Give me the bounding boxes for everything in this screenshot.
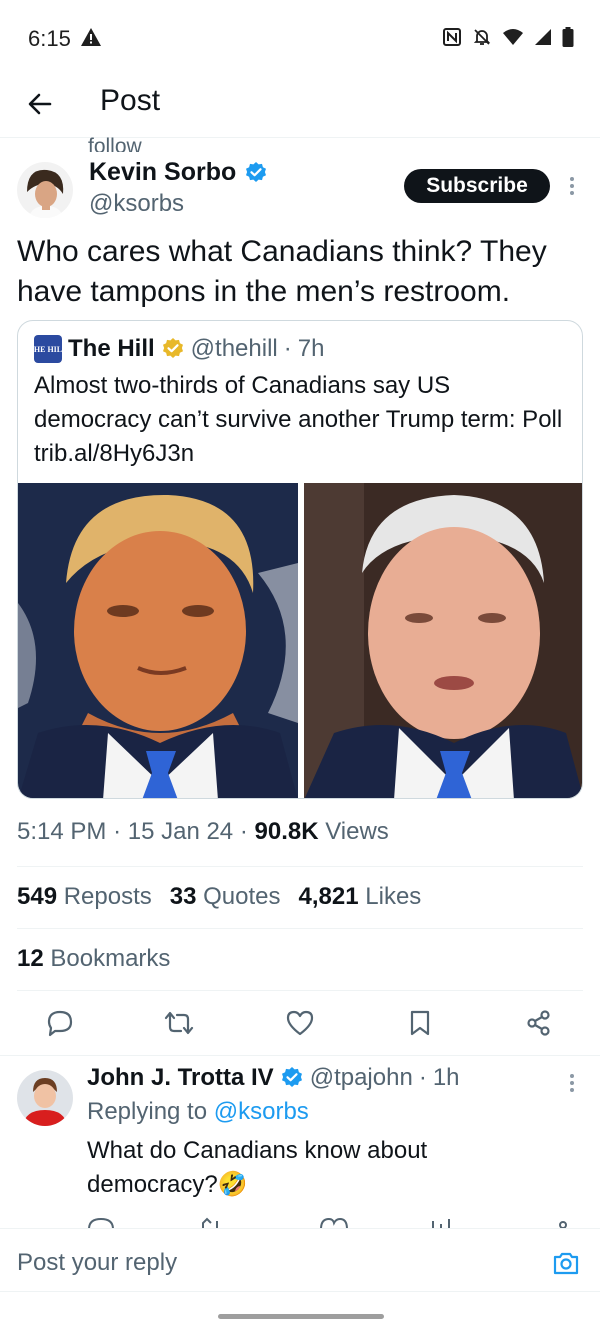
reply-like-icon <box>320 1217 348 1228</box>
reply-composer[interactable]: Post your reply <box>0 1228 600 1292</box>
system-navigation-bar <box>0 1292 600 1333</box>
likes-count: 4,821 <box>298 883 359 910</box>
warning-icon <box>80 27 102 52</box>
reply-author-name[interactable]: John J. Trotta IV <box>87 1064 274 1092</box>
quotes-stat[interactable]: 33 Quotes <box>170 883 281 911</box>
like-heart-icon[interactable] <box>284 1005 316 1041</box>
signal-icon <box>534 28 552 51</box>
reply-author-avatar[interactable] <box>17 1070 73 1126</box>
reposts-count: 549 <box>17 883 58 910</box>
wifi-icon <box>502 28 524 51</box>
verified-badge-icon <box>244 161 268 185</box>
reply-views-icon <box>432 1219 450 1228</box>
reply-author-handle[interactable]: @tpajohn <box>310 1064 413 1092</box>
separator-dot: · <box>418 1064 427 1091</box>
replying-to-line: Replying to @ksorbs <box>87 1098 309 1126</box>
reply-header: John J. Trotta IV @tpajohn · 1h <box>87 1064 460 1092</box>
reply-more-options-icon[interactable] <box>569 1074 575 1092</box>
quoted-post-age: 7h <box>297 335 325 362</box>
biden-photo[interactable] <box>304 483 582 798</box>
quoted-author-handle: @thehill <box>190 335 278 362</box>
reply-repost-icon <box>202 1217 218 1228</box>
the-hill-logo: THE HILL <box>29 335 67 363</box>
author-name[interactable]: Kevin Sorbo <box>89 158 236 187</box>
author-avatar[interactable] <box>17 162 73 218</box>
gold-verified-badge-icon <box>161 337 185 361</box>
reply-reply-icon <box>88 1217 114 1228</box>
quotes-count: 33 <box>169 883 197 910</box>
quoted-post-text: Almost two-thirds of Canadians say US de… <box>34 372 563 467</box>
social-context-label: follow <box>88 135 142 152</box>
separator-dot: · <box>283 335 292 362</box>
back-arrow-icon[interactable] <box>24 88 56 120</box>
bookmarks-label: Bookmarks <box>50 945 171 972</box>
reply-age: 1h <box>432 1064 460 1091</box>
status-bar: 6:15 <box>0 0 600 78</box>
bookmarks-count: 12 <box>17 945 44 972</box>
replying-to-handle[interactable]: @ksorbs <box>214 1098 309 1125</box>
reply-action-bar <box>87 1216 587 1228</box>
quoted-post-header: THE HILL The Hill @thehill · 7h <box>29 335 325 363</box>
nfc-icon <box>442 27 462 52</box>
reposts-label: Reposts <box>63 883 152 910</box>
views-label: Views <box>325 818 389 845</box>
bookmark-icon[interactable] <box>404 1005 436 1041</box>
post-time: 5:14 PM <box>17 818 107 845</box>
verified-badge-icon <box>280 1066 304 1090</box>
quoted-post-card[interactable]: THE HILL The Hill @thehill · 7h Almost t… <box>17 320 583 799</box>
divider <box>17 928 583 929</box>
reply-text: What do Canadians know about democracy?🤣 <box>87 1137 428 1198</box>
bell-off-icon <box>472 27 492 52</box>
post-date: 15 Jan 24 <box>127 818 234 845</box>
post-meta: 5:14 PM · 15 Jan 24 · 90.8K Views <box>17 818 389 845</box>
likes-label: Likes <box>365 883 422 910</box>
repost-icon[interactable] <box>163 1005 195 1041</box>
home-gesture-handle[interactable] <box>218 1314 384 1319</box>
likes-stat[interactable]: 4,821 Likes <box>299 883 422 911</box>
replying-to-label: Replying to <box>87 1098 208 1125</box>
author-name-row: Kevin Sorbo <box>89 158 268 187</box>
the-hill-logo-text: THE HILL <box>28 344 68 354</box>
divider <box>0 1055 600 1056</box>
quoted-author-name: The Hill <box>68 335 155 362</box>
more-options-icon[interactable] <box>569 177 575 195</box>
bookmarks-stat[interactable]: 12 Bookmarks <box>17 945 170 973</box>
share-icon[interactable] <box>523 1005 555 1041</box>
subscribe-button[interactable]: Subscribe <box>404 169 550 203</box>
post-text: Who cares what Canadians think? They hav… <box>17 235 547 308</box>
reply-input-placeholder[interactable]: Post your reply <box>17 1249 177 1277</box>
trump-photo[interactable] <box>18 483 298 798</box>
divider <box>17 990 583 991</box>
status-time: 6:15 <box>28 26 71 51</box>
divider <box>17 866 583 867</box>
engagement-stats: 549 Reposts 33 Quotes 4,821 Likes <box>17 883 421 911</box>
reply-icon[interactable] <box>44 1005 76 1041</box>
page-title: Post <box>100 84 161 117</box>
views-count: 90.8K <box>254 818 319 845</box>
author-handle[interactable]: @ksorbs <box>89 190 184 218</box>
post-action-bar <box>0 1005 600 1045</box>
reposts-stat[interactable]: 549 Reposts <box>17 883 152 911</box>
battery-icon <box>562 27 574 52</box>
camera-icon[interactable] <box>552 1249 580 1277</box>
quotes-label: Quotes <box>203 883 281 910</box>
